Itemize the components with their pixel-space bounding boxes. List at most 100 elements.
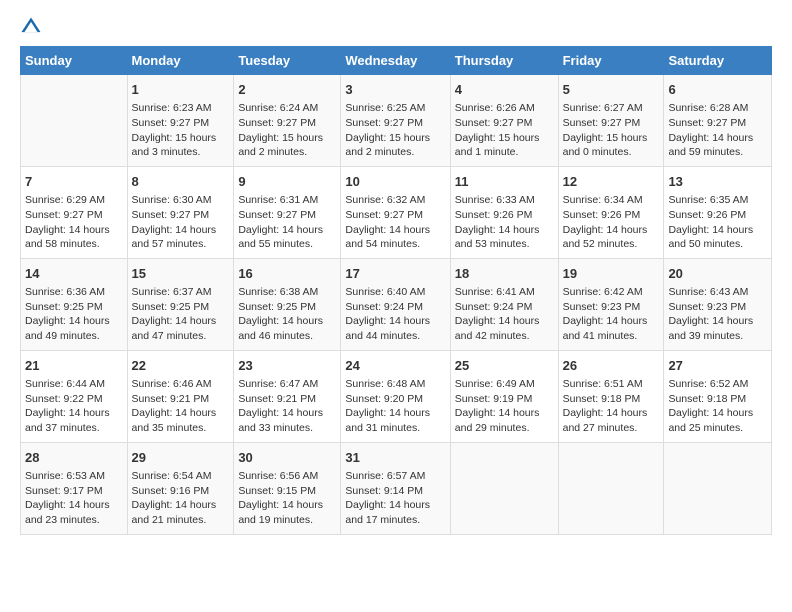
calendar-cell: 14Sunrise: 6:36 AMSunset: 9:25 PMDayligh…: [21, 258, 128, 350]
calendar-cell: 4 Sunrise: 6:26 AMSunset: 9:27 PMDaylight…: [450, 75, 558, 167]
calendar-header: SundayMondayTuesdayWednesdayThursdayFrid…: [21, 47, 772, 75]
day-info: Sunrise: 6:57 AMSunset: 9:14 PMDaylight:…: [345, 469, 445, 528]
day-info: Sunrise: 6:51 AMSunset: 9:18 PMDaylight:…: [563, 377, 660, 436]
header-cell-thursday: Thursday: [450, 47, 558, 75]
day-info: Sunrise: 6:41 AMSunset: 9:24 PMDaylight:…: [455, 285, 554, 344]
week-row-1: 1 Sunrise: 6:23 AMSunset: 9:27 PMDaylight…: [21, 75, 772, 167]
day-number: 30: [238, 449, 336, 467]
day-info: Sunrise: 6:26 AMSunset: 9:27 PMDaylight:…: [455, 101, 554, 160]
header-cell-monday: Monday: [127, 47, 234, 75]
logo: [20, 16, 46, 38]
logo-icon: [20, 16, 42, 38]
calendar-cell: 21 Sunrise: 6:44 AMSunset: 9:22 PMDayligh…: [21, 350, 128, 442]
week-row-5: 28 Sunrise: 6:53 AMSunset: 9:17 PMDayligh…: [21, 442, 772, 534]
header-cell-tuesday: Tuesday: [234, 47, 341, 75]
day-number: 4: [455, 81, 554, 99]
calendar-cell: 22 Sunrise: 6:46 AMSunset: 9:21 PMDayligh…: [127, 350, 234, 442]
header-cell-wednesday: Wednesday: [341, 47, 450, 75]
day-number: 8: [132, 173, 230, 191]
day-number: 5: [563, 81, 660, 99]
page-header: [20, 16, 772, 38]
day-info: Sunrise: 6:37 AMSunset: 9:25 PMDaylight:…: [132, 285, 230, 344]
calendar-cell: [664, 442, 772, 534]
week-row-3: 14Sunrise: 6:36 AMSunset: 9:25 PMDayligh…: [21, 258, 772, 350]
day-number: 28: [25, 449, 123, 467]
calendar-cell: 16 Sunrise: 6:38 AMSunset: 9:25 PMDayligh…: [234, 258, 341, 350]
day-number: 13: [668, 173, 767, 191]
calendar-cell: 30Sunrise: 6:56 AMSunset: 9:15 PMDayligh…: [234, 442, 341, 534]
day-info: Sunrise: 6:32 AMSunset: 9:27 PMDaylight:…: [345, 193, 445, 252]
calendar-cell: 7 Sunrise: 6:29 AMSunset: 9:27 PMDaylight…: [21, 166, 128, 258]
day-number: 23: [238, 357, 336, 375]
day-number: 21: [25, 357, 123, 375]
calendar-cell: 18 Sunrise: 6:41 AMSunset: 9:24 PMDayligh…: [450, 258, 558, 350]
day-number: 9: [238, 173, 336, 191]
calendar-cell: 8 Sunrise: 6:30 AMSunset: 9:27 PMDaylight…: [127, 166, 234, 258]
day-info: Sunrise: 6:36 AMSunset: 9:25 PMDaylight:…: [25, 285, 123, 344]
day-info: Sunrise: 6:46 AMSunset: 9:21 PMDaylight:…: [132, 377, 230, 436]
header-cell-saturday: Saturday: [664, 47, 772, 75]
day-info: Sunrise: 6:44 AMSunset: 9:22 PMDaylight:…: [25, 377, 123, 436]
calendar-cell: 27Sunrise: 6:52 AMSunset: 9:18 PMDayligh…: [664, 350, 772, 442]
day-info: Sunrise: 6:31 AMSunset: 9:27 PMDaylight:…: [238, 193, 336, 252]
calendar-cell: 25 Sunrise: 6:49 AMSunset: 9:19 PMDayligh…: [450, 350, 558, 442]
day-number: 17: [345, 265, 445, 283]
day-number: 15: [132, 265, 230, 283]
day-info: Sunrise: 6:54 AMSunset: 9:16 PMDaylight:…: [132, 469, 230, 528]
day-info: Sunrise: 6:29 AMSunset: 9:27 PMDaylight:…: [25, 193, 123, 252]
header-cell-sunday: Sunday: [21, 47, 128, 75]
day-info: Sunrise: 6:43 AMSunset: 9:23 PMDaylight:…: [668, 285, 767, 344]
calendar-cell: 1 Sunrise: 6:23 AMSunset: 9:27 PMDaylight…: [127, 75, 234, 167]
calendar-cell: [450, 442, 558, 534]
day-info: Sunrise: 6:38 AMSunset: 9:25 PMDaylight:…: [238, 285, 336, 344]
header-cell-friday: Friday: [558, 47, 664, 75]
calendar-cell: 19 Sunrise: 6:42 AMSunset: 9:23 PMDayligh…: [558, 258, 664, 350]
week-row-2: 7 Sunrise: 6:29 AMSunset: 9:27 PMDaylight…: [21, 166, 772, 258]
calendar-cell: 15 Sunrise: 6:37 AMSunset: 9:25 PMDayligh…: [127, 258, 234, 350]
day-info: Sunrise: 6:42 AMSunset: 9:23 PMDaylight:…: [563, 285, 660, 344]
day-info: Sunrise: 6:30 AMSunset: 9:27 PMDaylight:…: [132, 193, 230, 252]
calendar-cell: 12Sunrise: 6:34 AMSunset: 9:26 PMDayligh…: [558, 166, 664, 258]
day-number: 29: [132, 449, 230, 467]
day-number: 26: [563, 357, 660, 375]
day-number: 19: [563, 265, 660, 283]
day-info: Sunrise: 6:33 AMSunset: 9:26 PMDaylight:…: [455, 193, 554, 252]
day-info: Sunrise: 6:40 AMSunset: 9:24 PMDaylight:…: [345, 285, 445, 344]
calendar-cell: 23Sunrise: 6:47 AMSunset: 9:21 PMDayligh…: [234, 350, 341, 442]
calendar-table: SundayMondayTuesdayWednesdayThursdayFrid…: [20, 46, 772, 535]
day-info: Sunrise: 6:27 AMSunset: 9:27 PMDaylight:…: [563, 101, 660, 160]
calendar-cell: 17 Sunrise: 6:40 AMSunset: 9:24 PMDayligh…: [341, 258, 450, 350]
calendar-cell: 13Sunrise: 6:35 AMSunset: 9:26 PMDayligh…: [664, 166, 772, 258]
calendar-cell: 29 Sunrise: 6:54 AMSunset: 9:16 PMDayligh…: [127, 442, 234, 534]
calendar-body: 1 Sunrise: 6:23 AMSunset: 9:27 PMDaylight…: [21, 75, 772, 535]
day-info: Sunrise: 6:49 AMSunset: 9:19 PMDaylight:…: [455, 377, 554, 436]
day-info: Sunrise: 6:53 AMSunset: 9:17 PMDaylight:…: [25, 469, 123, 528]
day-number: 22: [132, 357, 230, 375]
day-info: Sunrise: 6:28 AMSunset: 9:27 PMDaylight:…: [668, 101, 767, 160]
calendar-cell: 20 Sunrise: 6:43 AMSunset: 9:23 PMDayligh…: [664, 258, 772, 350]
day-number: 27: [668, 357, 767, 375]
calendar-cell: 26 Sunrise: 6:51 AMSunset: 9:18 PMDayligh…: [558, 350, 664, 442]
day-number: 16: [238, 265, 336, 283]
calendar-cell: 11Sunrise: 6:33 AMSunset: 9:26 PMDayligh…: [450, 166, 558, 258]
calendar-cell: 10Sunrise: 6:32 AMSunset: 9:27 PMDayligh…: [341, 166, 450, 258]
day-info: Sunrise: 6:23 AMSunset: 9:27 PMDaylight:…: [132, 101, 230, 160]
day-info: Sunrise: 6:25 AMSunset: 9:27 PMDaylight:…: [345, 101, 445, 160]
day-number: 31: [345, 449, 445, 467]
day-info: Sunrise: 6:48 AMSunset: 9:20 PMDaylight:…: [345, 377, 445, 436]
week-row-4: 21 Sunrise: 6:44 AMSunset: 9:22 PMDayligh…: [21, 350, 772, 442]
calendar-cell: 9 Sunrise: 6:31 AMSunset: 9:27 PMDaylight…: [234, 166, 341, 258]
day-number: 25: [455, 357, 554, 375]
calendar-cell: 31 Sunrise: 6:57 AMSunset: 9:14 PMDayligh…: [341, 442, 450, 534]
day-number: 20: [668, 265, 767, 283]
calendar-cell: [21, 75, 128, 167]
calendar-cell: 24Sunrise: 6:48 AMSunset: 9:20 PMDayligh…: [341, 350, 450, 442]
day-number: 1: [132, 81, 230, 99]
day-number: 2: [238, 81, 336, 99]
day-number: 18: [455, 265, 554, 283]
day-number: 6: [668, 81, 767, 99]
day-number: 12: [563, 173, 660, 191]
calendar-cell: 2Sunrise: 6:24 AMSunset: 9:27 PMDaylight…: [234, 75, 341, 167]
day-number: 7: [25, 173, 123, 191]
day-number: 3: [345, 81, 445, 99]
